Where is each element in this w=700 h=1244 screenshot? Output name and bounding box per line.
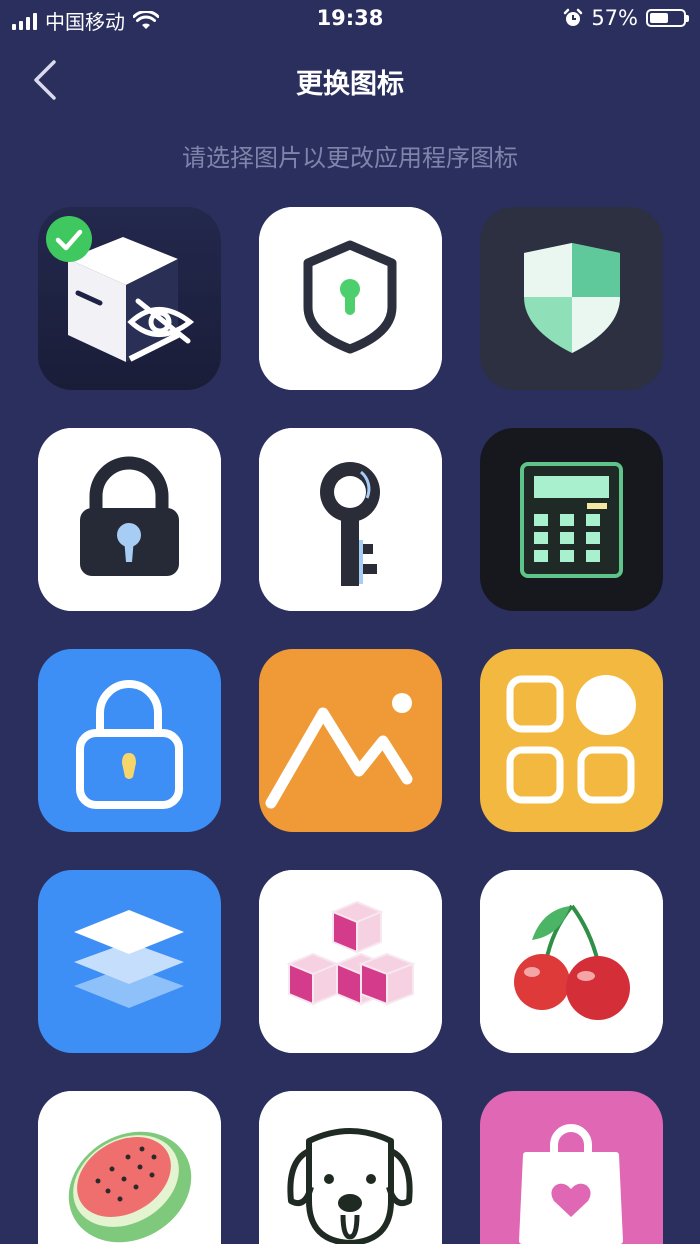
icon-option-padlock-blue[interactable]	[38, 649, 221, 832]
cherries-icon	[480, 870, 663, 1053]
selected-check-icon	[46, 216, 92, 262]
shield-keyhole-icon	[259, 207, 442, 390]
watermelon-icon	[38, 1091, 221, 1244]
icon-option-watermelon[interactable]	[38, 1091, 221, 1244]
shopping-bag-heart-icon	[480, 1091, 663, 1244]
calculator-icon	[480, 428, 663, 611]
instruction-text: 请选择图片以更改应用程序图标	[182, 144, 518, 172]
chevron-left-icon	[34, 60, 56, 100]
icon-option-mountain-photo[interactable]	[259, 649, 442, 832]
key-icon	[259, 428, 442, 611]
status-bar: 中国移动 19:38 57%	[0, 0, 700, 40]
icon-option-calculator[interactable]	[480, 428, 663, 611]
back-button[interactable]	[28, 58, 64, 102]
dog-icon	[259, 1091, 442, 1244]
layers-icon	[38, 870, 221, 1053]
icon-option-cubes[interactable]	[259, 870, 442, 1053]
nav-bar: 更换图标	[0, 40, 700, 120]
icon-option-layers[interactable]	[38, 870, 221, 1053]
icon-option-shopping-bag-heart[interactable]	[480, 1091, 663, 1244]
battery-percent: 57%	[591, 6, 638, 30]
alarm-icon	[564, 8, 583, 26]
app-grid-icon	[480, 649, 663, 832]
icon-option-cherries[interactable]	[480, 870, 663, 1053]
battery-icon	[646, 9, 689, 27]
icon-option-app-grid[interactable]	[480, 649, 663, 832]
icon-option-green-shield[interactable]	[480, 207, 663, 390]
icon-option-key[interactable]	[259, 428, 442, 611]
icon-option-shield-keyhole[interactable]	[259, 207, 442, 390]
mountain-photo-icon	[259, 649, 442, 832]
padlock-blue-icon	[38, 649, 221, 832]
green-shield-icon	[480, 207, 663, 390]
icon-option-dog[interactable]	[259, 1091, 442, 1244]
padlock-dark-icon	[38, 428, 221, 611]
icon-option-padlock-dark[interactable]	[38, 428, 221, 611]
page-title: 更换图标	[296, 69, 404, 100]
cubes-icon	[259, 870, 442, 1053]
